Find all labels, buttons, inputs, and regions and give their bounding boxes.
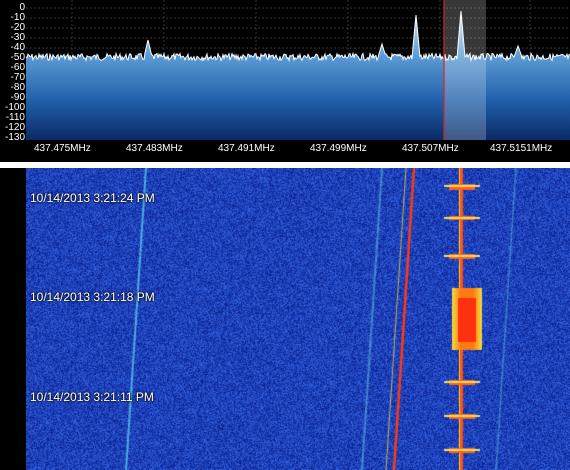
frequency-label: 437.491MHz: [218, 143, 275, 154]
frequency-label: 437.483MHz: [126, 143, 183, 154]
spectrum-trace: [25, 10, 570, 63]
frequency-label: 437.475MHz: [34, 143, 91, 154]
waterfall-timestamp: 10/14/2013 3:21:11 PM: [30, 390, 154, 404]
spectrum-display[interactable]: 0 -10 -20 -30 -40 -50 -60 -70 -80 -90 -1…: [0, 0, 570, 162]
waterfall-timestamp: 10/14/2013 3:21:24 PM: [30, 191, 155, 205]
frequency-label: 437.507MHz: [402, 143, 459, 154]
db-scale-label: -130: [4, 132, 25, 143]
frequency-label: 437.5151MHz: [490, 143, 553, 154]
spectrum-plot[interactable]: [0, 0, 570, 162]
waterfall-timestamp: 10/14/2013 3:21:18 PM: [30, 290, 155, 304]
frequency-label: 437.499MHz: [310, 143, 367, 154]
waterfall-display[interactable]: 10/14/2013 3:21:24 PM 10/14/2013 3:21:18…: [0, 168, 570, 470]
spectrum-fill: [26, 11, 570, 140]
passband-highlight[interactable]: [444, 0, 486, 140]
waterfall-canvas[interactable]: [26, 168, 570, 470]
